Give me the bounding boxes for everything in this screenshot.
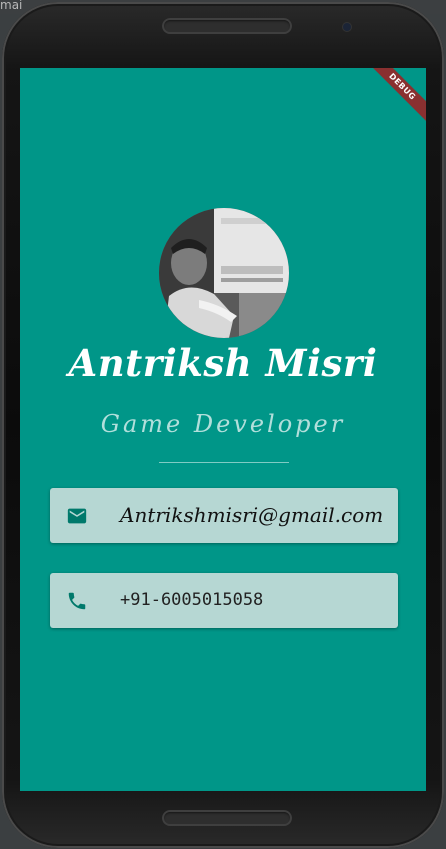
- profile-title: Game Developer: [100, 410, 346, 438]
- earpiece-speaker: [162, 18, 292, 34]
- phone-value: +91-6005015058: [120, 590, 264, 610]
- phone-icon: [68, 592, 86, 610]
- front-camera: [343, 23, 351, 31]
- phone-card[interactable]: +91-6005015058: [50, 573, 398, 628]
- avatar: [159, 208, 289, 338]
- debug-banner: DEBUG: [364, 68, 426, 125]
- email-icon: [67, 508, 87, 524]
- divider: [159, 462, 289, 463]
- profile-photo: [159, 208, 289, 338]
- email-value: Antrikshmisri@gmail.com: [120, 503, 384, 527]
- bottom-speaker: [162, 810, 292, 826]
- app-screen: DEBUG Antriksh Misri Game Developer Antr…: [20, 68, 426, 791]
- email-card[interactable]: Antrikshmisri@gmail.com: [50, 488, 398, 543]
- host-window-title: mai: [0, 0, 23, 12]
- profile-name: Antriksh Misri: [68, 341, 378, 385]
